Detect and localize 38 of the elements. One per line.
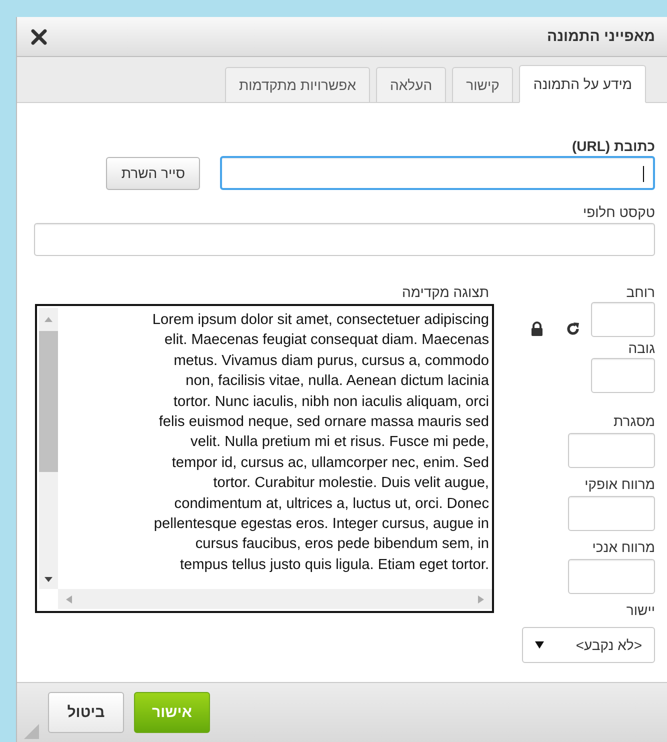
field-label: רוחב [625,284,655,300]
scroll-left-icon[interactable] [66,594,72,604]
dimension-field[interactable] [591,358,655,393]
resize-grip-icon[interactable] [24,724,39,739]
spacing-field[interactable] [568,433,655,468]
preview-label: תצוגה מקדימה [402,284,489,300]
scrollbar-thumb[interactable] [39,331,58,472]
cancel-button[interactable]: ביטול [48,692,124,733]
spacing-field[interactable] [568,559,655,594]
field-label: טקסט חלופי [582,204,655,220]
tab[interactable]: העלאה [376,67,446,103]
preview-text: Lorem ipsum dolor sit amet, consectetuer adipiscing elit. Maecenas feugiat consequat diam. Maecenas metus. Vivamus diam purus, cursus a, commodo non, facilisis vitae, nulla. Aenean dictum lacinia tortor. Nunc iaculis, nibh non iaculis aliquam, orci felis euismod neque, sed ornare massa mauris sed velit. Nulla pretium mi et risus. Fusce mi pede, tempor id, cursus ac, ullamcorper nec, enim. Sed tortor. Curabitur molestie. Duis velit augue, condimentum at, ultrices a, luctus ut, orci. Donec pellentesque egestas eros. Integer cursus, augue in cursus faucibus, eros pede bibendum sem, in tempus tellus justo quis ligula. Etiam eget tortor. [151,311,490,575]
field-label: כתובת (URL) [570,138,655,154]
text-cursor [643,166,644,182]
dialog-title: מאפייני התמונה [546,28,655,45]
browse-server-button[interactable]: סייר השרת [106,156,200,190]
vertical-scrollbar[interactable] [39,308,58,589]
alignment-select[interactable]: <לא נקבע> [522,627,655,663]
scroll-down-icon[interactable] [44,577,53,583]
field-label: מרווח אנכי [592,539,655,555]
horizontal-scrollbar[interactable] [58,589,492,609]
tab[interactable]: אפשרויות מתקדמות [224,67,370,103]
scroll-up-icon[interactable] [44,316,53,322]
close-icon[interactable] [31,28,47,44]
scroll-right-icon[interactable] [478,594,484,604]
tab[interactable]: קישור [452,67,514,103]
field-label: מסגרת [614,413,655,429]
alt-text-field[interactable] [34,223,655,256]
field-label: גובה [627,340,655,356]
lock-icon[interactable] [529,321,545,337]
dropdown-arrow-icon [535,641,544,649]
field-label: מרווח אופקי [584,476,655,492]
field-label: יישור [626,602,655,618]
tab[interactable]: מידע על התמונה [519,65,646,103]
spacing-field[interactable] [568,496,655,531]
refresh-icon[interactable] [565,321,581,337]
dimension-field[interactable] [591,302,655,337]
url-field[interactable] [220,156,655,190]
